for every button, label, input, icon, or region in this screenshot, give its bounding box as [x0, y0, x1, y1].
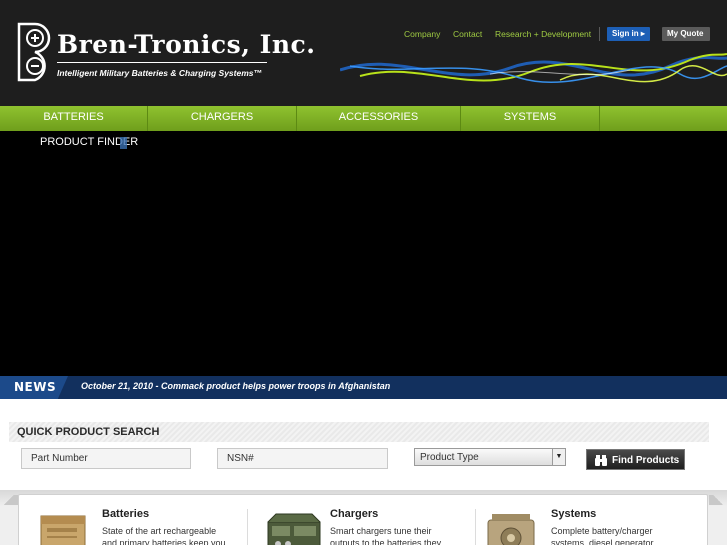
find-products-button[interactable]: Find Products	[586, 449, 685, 470]
energy-wave-graphic	[340, 53, 727, 83]
nav-batteries[interactable]: BATTERIES	[0, 106, 147, 131]
category-title: Batteries	[102, 508, 150, 520]
category-description: State of the art rechargeable and primar…	[102, 526, 226, 545]
category-description: Smart chargers tune their outputs to the…	[330, 526, 442, 545]
chevron-down-icon[interactable]: ▼	[552, 449, 565, 465]
binoculars-icon	[595, 455, 607, 466]
logo-divider	[57, 62, 267, 63]
panel-corner	[709, 495, 727, 505]
battery-product-image	[40, 515, 86, 545]
brand-logo[interactable]: Bren-Tronics, Inc. Intelligent Military …	[17, 20, 315, 82]
system-product-image	[487, 514, 535, 545]
find-products-label: Find Products	[612, 455, 680, 466]
news-label: NEWS	[14, 380, 57, 394]
link-contact[interactable]: Contact	[453, 29, 482, 39]
brand-tagline: Intelligent Military Batteries & Chargin…	[57, 68, 262, 78]
quick-search-title: QUICK PRODUCT SEARCH	[17, 426, 160, 438]
category-chargers[interactable]: Chargers Smart chargers tune their outpu…	[248, 495, 475, 545]
nav-accessories[interactable]: ACCESSORIES	[297, 106, 460, 131]
charger-product-image	[267, 513, 321, 545]
utility-divider	[599, 27, 600, 41]
product-type-value: Product Type	[420, 452, 479, 463]
part-number-input[interactable]: Part Number	[21, 448, 191, 469]
category-systems[interactable]: Systems Complete battery/charger systems…	[476, 495, 709, 545]
news-ticker: NEWS October 21, 2010 - Commack product …	[0, 376, 727, 399]
nav-systems[interactable]: SYSTEMS	[461, 106, 599, 131]
category-description: Complete battery/charger systems, diesel…	[551, 526, 654, 545]
product-type-select[interactable]: Product Type ▼	[414, 448, 566, 466]
category-batteries[interactable]: Batteries State of the art rechargeable …	[19, 495, 247, 545]
brand-name: Bren-Tronics, Inc.	[57, 30, 316, 59]
nav-divider	[599, 106, 600, 131]
nsn-input[interactable]: NSN#	[217, 448, 388, 469]
news-headline[interactable]: October 21, 2010 - Commack product helps…	[81, 381, 390, 391]
site-header: Bren-Tronics, Inc. Intelligent Military …	[0, 0, 727, 106]
my-quote-button[interactable]: My Quote	[662, 27, 710, 41]
nav-chargers[interactable]: CHARGERS	[148, 106, 296, 131]
category-title: Systems	[551, 508, 597, 520]
category-panel: Batteries State of the art rechargeable …	[18, 494, 708, 545]
link-research-development[interactable]: Research + Development	[495, 29, 591, 39]
text-cursor	[120, 137, 127, 149]
panel-corner	[0, 495, 18, 505]
link-company[interactable]: Company	[404, 29, 440, 39]
logo-b-mark-icon	[17, 22, 51, 82]
quick-search-header: QUICK PRODUCT SEARCH	[9, 422, 709, 442]
main-nav: BATTERIES CHARGERS ACCESSORIES SYSTEMS	[0, 106, 727, 131]
hero-banner: PRODUCT FINDER	[0, 131, 727, 376]
category-title: Chargers	[330, 508, 379, 520]
sign-in-button[interactable]: Sign in ▸	[607, 27, 650, 41]
